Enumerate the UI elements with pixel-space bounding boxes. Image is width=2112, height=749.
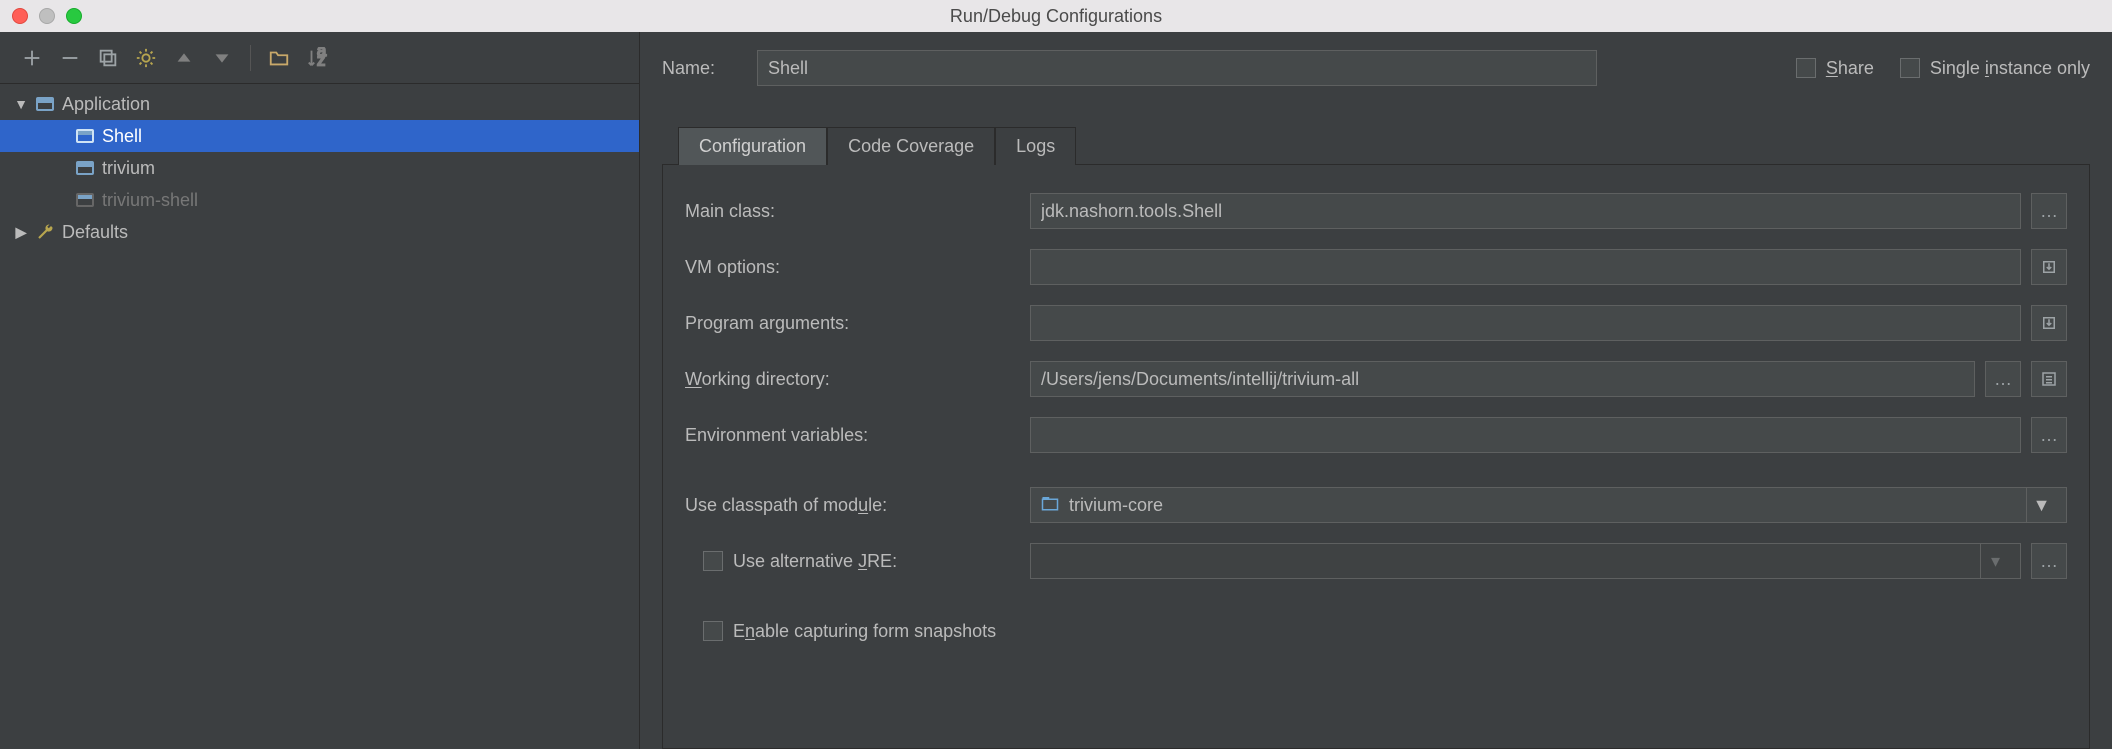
- toolbar-separator: [250, 45, 251, 71]
- right-panel: Name: Share Single instance only Configu…: [640, 32, 2112, 749]
- tree-node-shell[interactable]: Shell: [0, 120, 639, 152]
- alt-jre-label: Use alternative JRE:: [733, 551, 897, 572]
- working-dir-list-button[interactable]: [2031, 361, 2067, 397]
- zoom-icon[interactable]: [66, 8, 82, 24]
- expand-vm-options-button[interactable]: [2031, 249, 2067, 285]
- browse-main-class-button[interactable]: …: [2031, 193, 2067, 229]
- application-icon: [34, 97, 56, 111]
- left-toolbar: az: [0, 32, 639, 84]
- vm-options-label: VM options:: [685, 257, 1030, 278]
- tree-node-trivium-shell[interactable]: trivium-shell: [0, 184, 639, 216]
- checkbox-icon: [1796, 58, 1816, 78]
- move-down-button[interactable]: [210, 46, 234, 70]
- alt-jre-select[interactable]: ▾: [1030, 543, 2021, 579]
- sort-button[interactable]: az: [305, 46, 329, 70]
- name-row: Name: Share Single instance only: [662, 46, 2090, 90]
- single-instance-label: Single instance only: [1930, 58, 2090, 79]
- wrench-icon: [34, 223, 56, 241]
- share-checkbox[interactable]: Share: [1796, 58, 1874, 79]
- tree-node-application[interactable]: ▼ Application: [0, 88, 639, 120]
- application-icon: [74, 193, 96, 207]
- expand-icon: ▼: [14, 96, 28, 112]
- alt-jre-row: Use alternative JRE: ▾ …: [685, 533, 2067, 589]
- working-dir-input[interactable]: [1030, 361, 1975, 397]
- vm-options-row: VM options:: [685, 239, 2067, 295]
- name-input[interactable]: [757, 50, 1597, 86]
- folder-button[interactable]: [267, 46, 291, 70]
- expand-program-args-button[interactable]: [2031, 305, 2067, 341]
- vm-options-input[interactable]: [1030, 249, 2021, 285]
- name-label: Name:: [662, 58, 757, 79]
- classpath-label: Use classpath of module:: [685, 495, 1030, 516]
- checkbox-icon: [703, 621, 723, 641]
- browse-working-dir-button[interactable]: …: [1985, 361, 2021, 397]
- remove-button[interactable]: [58, 46, 82, 70]
- window-controls: [12, 8, 82, 24]
- main-class-input[interactable]: [1030, 193, 2021, 229]
- tree-node-trivium[interactable]: trivium: [0, 152, 639, 184]
- checkbox-icon: [1900, 58, 1920, 78]
- tree-label: trivium: [102, 158, 155, 179]
- settings-button[interactable]: [134, 46, 158, 70]
- tree-node-defaults[interactable]: ▶ Defaults: [0, 216, 639, 248]
- tab-code-coverage[interactable]: Code Coverage: [827, 127, 995, 165]
- form-snapshots-label: Enable capturing form snapshots: [733, 621, 996, 642]
- env-vars-label: Environment variables:: [685, 425, 1030, 446]
- main-class-label: Main class:: [685, 201, 1030, 222]
- chevron-down-icon: ▾: [1980, 544, 2010, 578]
- program-args-row: Program arguments:: [685, 295, 2067, 351]
- tree-label: Application: [62, 94, 150, 115]
- browse-env-vars-button[interactable]: …: [2031, 417, 2067, 453]
- classpath-row: Use classpath of module: trivium-core ▼: [685, 477, 2067, 533]
- single-instance-checkbox[interactable]: Single instance only: [1900, 58, 2090, 79]
- move-up-button[interactable]: [172, 46, 196, 70]
- form-snapshots-checkbox[interactable]: Enable capturing form snapshots: [703, 621, 996, 642]
- tab-body: Main class: … VM options: Program argume…: [662, 164, 2090, 749]
- application-icon: [74, 129, 96, 143]
- program-args-input[interactable]: [1030, 305, 2021, 341]
- tab-logs[interactable]: Logs: [995, 127, 1076, 165]
- module-icon: [1041, 495, 1059, 516]
- copy-button[interactable]: [96, 46, 120, 70]
- titlebar: Run/Debug Configurations: [0, 0, 2112, 32]
- close-icon[interactable]: [12, 8, 28, 24]
- share-label: Share: [1826, 58, 1874, 79]
- working-dir-row: Working directory: …: [685, 351, 2067, 407]
- minimize-icon[interactable]: [39, 8, 55, 24]
- main-class-row: Main class: …: [685, 183, 2067, 239]
- svg-text:z: z: [317, 51, 325, 69]
- collapse-icon: ▶: [14, 224, 28, 241]
- browse-alt-jre-button[interactable]: …: [2031, 543, 2067, 579]
- program-args-label: Program arguments:: [685, 313, 1030, 334]
- checkbox-icon: [703, 551, 723, 571]
- chevron-down-icon: ▼: [2026, 488, 2056, 522]
- form-snapshots-row: Enable capturing form snapshots: [685, 603, 2067, 659]
- tab-configuration[interactable]: Configuration: [678, 127, 827, 165]
- add-button[interactable]: [20, 46, 44, 70]
- left-panel: az ▼ Application Shell trivium trivium-s…: [0, 32, 640, 749]
- tree-label: trivium-shell: [102, 190, 198, 211]
- classpath-value: trivium-core: [1069, 495, 1163, 516]
- tree-label: Shell: [102, 126, 142, 147]
- classpath-select[interactable]: trivium-core ▼: [1030, 487, 2067, 523]
- config-tree: ▼ Application Shell trivium trivium-shel…: [0, 84, 639, 749]
- main: az ▼ Application Shell trivium trivium-s…: [0, 32, 2112, 749]
- application-icon: [74, 161, 96, 175]
- working-dir-label: Working directory:: [685, 369, 1030, 390]
- env-vars-input[interactable]: [1030, 417, 2021, 453]
- env-vars-row: Environment variables: …: [685, 407, 2067, 463]
- tree-label: Defaults: [62, 222, 128, 243]
- alt-jre-checkbox[interactable]: Use alternative JRE:: [703, 551, 1030, 572]
- config-tabs: Configuration Code Coverage Logs: [678, 124, 2090, 164]
- window-title: Run/Debug Configurations: [950, 6, 1162, 27]
